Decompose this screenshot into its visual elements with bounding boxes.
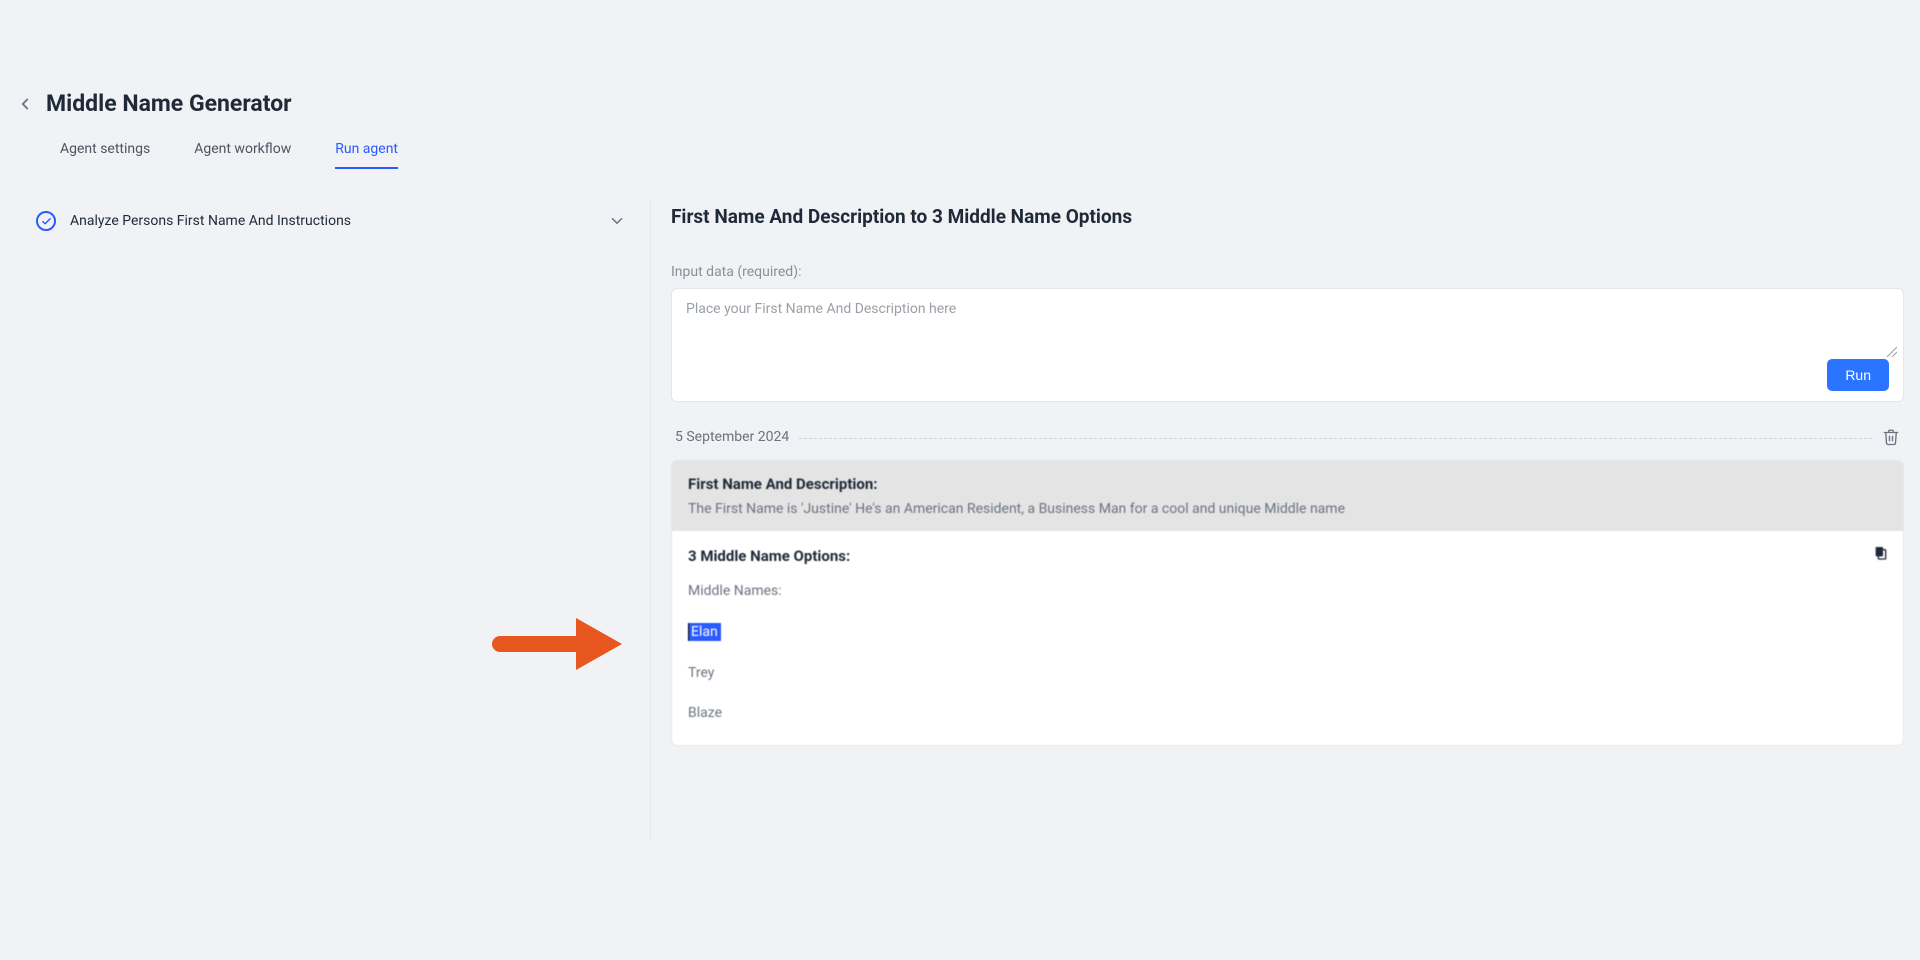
entry-input-block: First Name And Description: The First Na…: [672, 461, 1903, 531]
trash-icon[interactable]: [1882, 428, 1900, 446]
tabs: Agent settings Agent workflow Run agent: [0, 141, 1920, 169]
step-analyze[interactable]: Analyze Persons First Name And Instructi…: [28, 201, 634, 241]
input-textarea[interactable]: [686, 301, 1889, 349]
option-3: Blaze: [688, 705, 1887, 721]
run-panel: First Name And Description to 3 Middle N…: [650, 201, 1904, 841]
option-1: Elan: [688, 623, 1887, 641]
tab-agent-workflow[interactable]: Agent workflow: [194, 141, 291, 169]
entry-output-block: 3 Middle Name Options: Middle Names: Ela…: [672, 531, 1903, 745]
history-header: 5 September 2024: [671, 428, 1904, 446]
input-label: Input data (required):: [671, 264, 1904, 280]
panel-title: First Name And Description to 3 Middle N…: [671, 201, 1904, 228]
page-header: Middle Name Generator: [0, 56, 1920, 141]
history-entry: First Name And Description: The First Na…: [671, 460, 1904, 746]
option-1-text[interactable]: Elan: [688, 623, 721, 641]
run-button[interactable]: Run: [1827, 359, 1889, 391]
page-title: Middle Name Generator: [46, 90, 292, 117]
tab-run-agent[interactable]: Run agent: [335, 141, 398, 169]
check-circle-icon: [36, 211, 56, 231]
chevron-down-icon[interactable]: [608, 212, 626, 230]
input-card: Run: [671, 288, 1904, 402]
steps-column: Analyze Persons First Name And Instructi…: [28, 201, 650, 841]
divider: [799, 438, 1872, 439]
history-date: 5 September 2024: [675, 429, 789, 445]
entry-input-body: The First Name is 'Justine' He's an Amer…: [688, 501, 1887, 517]
copy-icon[interactable]: [1873, 545, 1889, 563]
step-label: Analyze Persons First Name And Instructi…: [70, 213, 594, 229]
option-2: Trey: [688, 665, 1887, 681]
back-icon[interactable]: [16, 95, 34, 113]
entry-output-head: 3 Middle Name Options:: [688, 547, 1887, 565]
options-label: Middle Names:: [688, 583, 1887, 599]
tab-agent-settings[interactable]: Agent settings: [60, 141, 150, 169]
entry-input-head: First Name And Description:: [688, 475, 1887, 493]
